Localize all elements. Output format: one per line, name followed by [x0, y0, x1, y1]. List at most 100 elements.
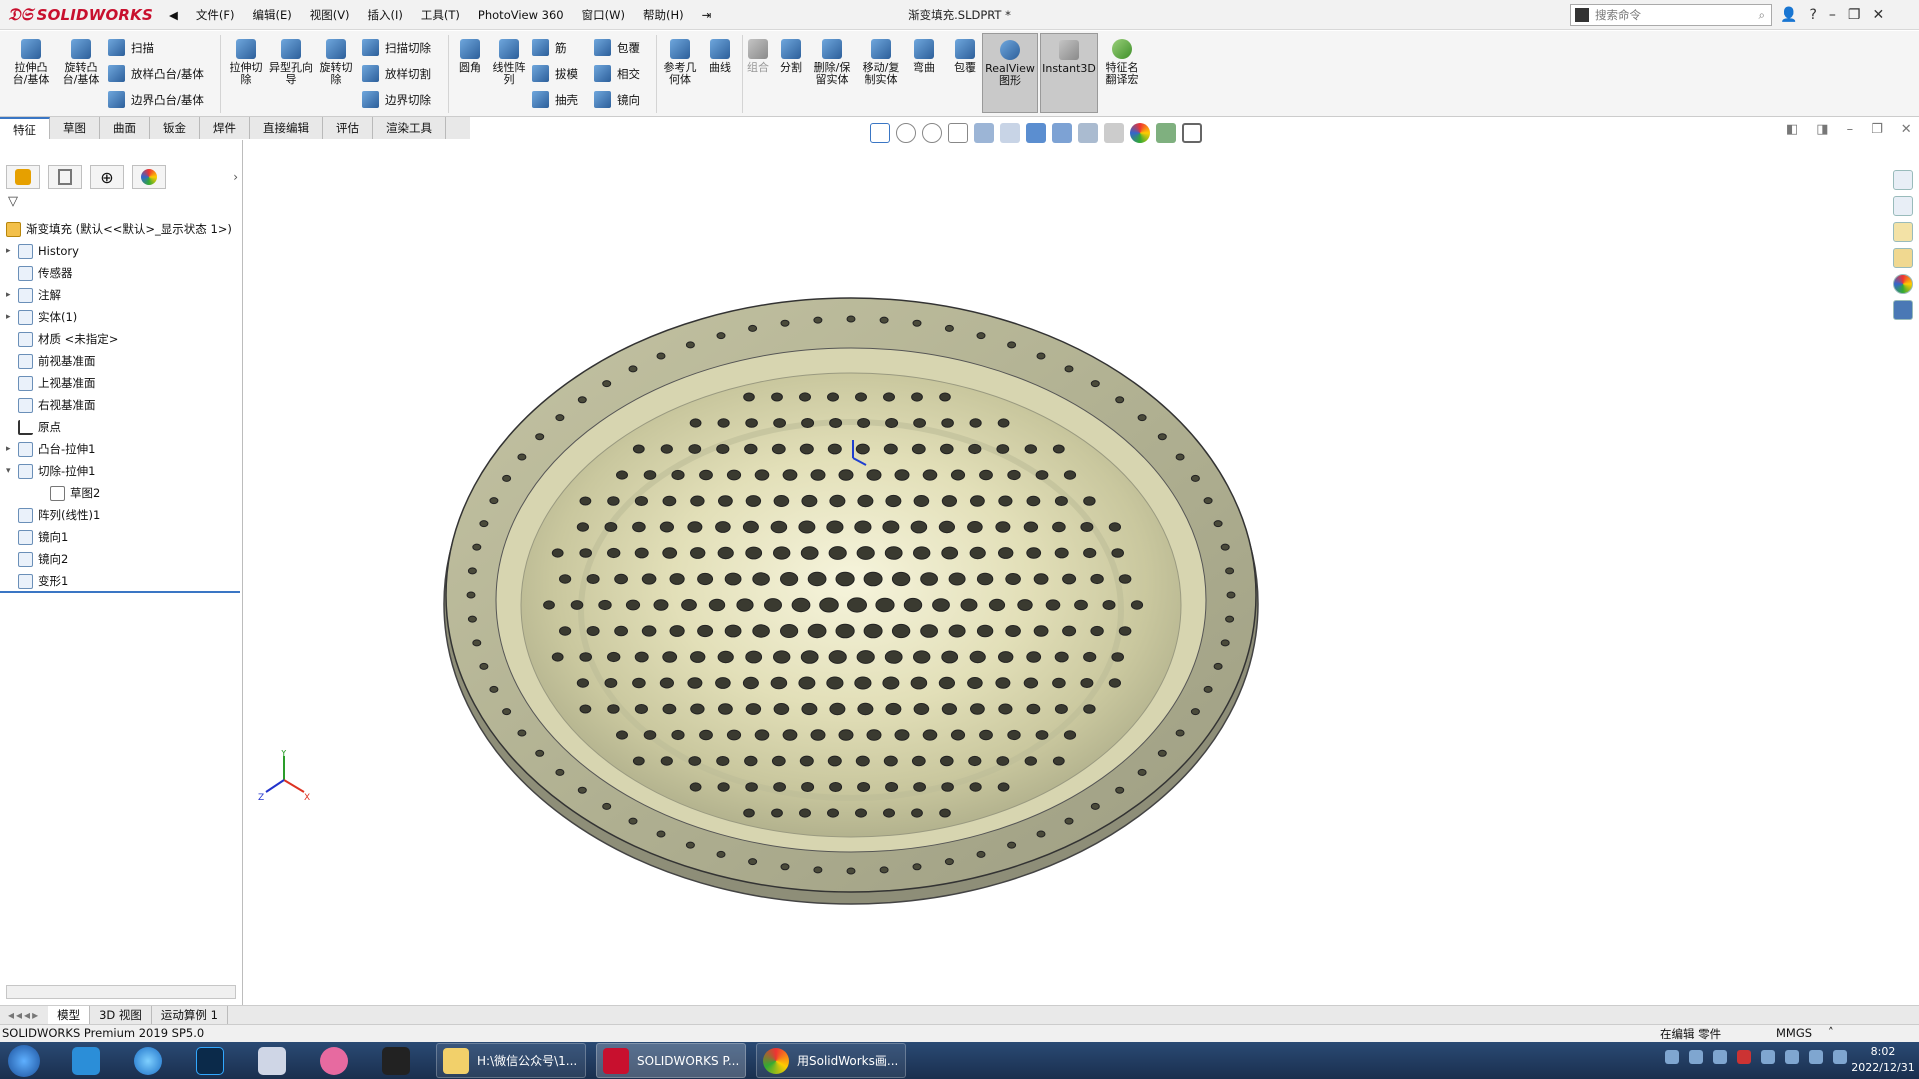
realview-button[interactable]: RealView图形: [982, 33, 1038, 113]
tree-item-origin[interactable]: 原点: [6, 416, 61, 438]
tab-features[interactable]: 特征: [0, 117, 50, 139]
tab-motion-study[interactable]: 运动算例 1: [152, 1005, 228, 1025]
tab-sheet-metal[interactable]: 钣金: [150, 117, 200, 139]
expand-panel-chevron-icon[interactable]: ›: [233, 170, 238, 184]
photoshop-icon[interactable]: [196, 1047, 224, 1075]
extrude-boss-button[interactable]: 拉伸凸台/基体: [8, 39, 54, 86]
extrude-cut-button[interactable]: 拉伸切除: [225, 39, 267, 86]
taskbar-window-chrome[interactable]: 用SolidWorks画...: [756, 1043, 906, 1078]
tree-item-deform1[interactable]: 变形1: [6, 570, 68, 592]
keyboard-icon[interactable]: [1665, 1050, 1679, 1064]
tree-item-linear-pattern1[interactable]: 阵列(线性)1: [6, 504, 100, 526]
tree-root-part[interactable]: 渐变填充 (默认<<默认>_显示状态 1>): [6, 218, 232, 240]
rib-button[interactable]: 筋: [532, 39, 567, 56]
restore-icon[interactable]: ❐: [1848, 7, 1861, 23]
taskbar-clock[interactable]: 8:02 2022/12/31: [1850, 1044, 1916, 1076]
tab-render-tools[interactable]: 渲染工具: [373, 117, 446, 139]
view-orientation-icon[interactable]: [870, 123, 890, 143]
expand-arrow-icon[interactable]: ▸: [6, 246, 18, 256]
tab-weldments[interactable]: 焊件: [200, 117, 250, 139]
menu-photoview[interactable]: PhotoView 360: [469, 0, 573, 30]
minimize-icon[interactable]: –: [1829, 7, 1836, 23]
collapse-arrow-icon[interactable]: ▾: [6, 466, 18, 476]
reference-geometry-button[interactable]: 参考几何体: [660, 39, 700, 86]
baidu-netdisk-icon[interactable]: [72, 1047, 100, 1075]
network-icon[interactable]: [1761, 1050, 1775, 1064]
tree-item-cut-extrude1[interactable]: ▾ 切除-拉伸1: [6, 460, 95, 482]
tab-3d-view[interactable]: 3D 视图: [90, 1005, 152, 1025]
tree-item-material[interactable]: 材质 <未指定>: [6, 328, 118, 350]
menu-insert[interactable]: 插入(I): [359, 0, 412, 30]
appearances-icon[interactable]: [1893, 274, 1913, 294]
help-icon[interactable]: ?: [1809, 7, 1816, 23]
search-commands-input[interactable]: 搜索命令 ⌕: [1570, 4, 1772, 26]
tree-item-annotations[interactable]: ▸ 注解: [6, 284, 61, 306]
edit-appearance-icon[interactable]: [1104, 123, 1124, 143]
property-manager-tab-icon[interactable]: [48, 165, 82, 189]
menu-window[interactable]: 窗口(W): [573, 0, 634, 30]
curves-button[interactable]: 曲线: [703, 39, 737, 74]
taskbar-window-explorer[interactable]: H:\微信公众号\1...: [436, 1043, 586, 1078]
tree-item-history[interactable]: ▸ History: [6, 240, 79, 262]
app-icon[interactable]: [258, 1047, 286, 1075]
revolve-cut-button[interactable]: 旋转切除: [315, 39, 357, 86]
solidworks-resources-icon[interactable]: [1893, 170, 1913, 190]
tab-model[interactable]: 模型: [48, 1005, 91, 1025]
antivirus-icon[interactable]: [1737, 1050, 1751, 1064]
flex-button[interactable]: 弯曲: [908, 39, 940, 74]
shell-button[interactable]: 抽壳: [532, 91, 578, 108]
units-chevron-icon[interactable]: ˄: [1828, 1025, 1834, 1039]
tab-evaluate[interactable]: 评估: [323, 117, 373, 139]
sweep-button[interactable]: 扫描: [108, 39, 154, 56]
draft-button[interactable]: 拔模: [532, 65, 578, 82]
expand-arrow-icon[interactable]: ▸: [6, 444, 18, 454]
linear-pattern-button[interactable]: 线性阵列: [490, 39, 528, 86]
previous-view-icon[interactable]: [948, 123, 968, 143]
tree-item-boss-extrude1[interactable]: ▸ 凸台-拉伸1: [6, 438, 95, 460]
display-pane-icon[interactable]: [1182, 123, 1202, 143]
swept-cut-button[interactable]: 扫描切除: [362, 39, 431, 56]
browser-icon[interactable]: [134, 1047, 162, 1075]
split-right-icon[interactable]: ◨: [1816, 122, 1828, 137]
tree-item-mirror1[interactable]: 镜向1: [6, 526, 68, 548]
bluetooth-icon[interactable]: [1809, 1050, 1823, 1064]
expand-arrow-icon[interactable]: ▸: [6, 290, 18, 300]
viewport-restore-icon[interactable]: ❐: [1871, 122, 1883, 137]
wrap-button[interactable]: 包覆: [594, 39, 640, 56]
move-copy-body-button[interactable]: 移动/复制实体: [858, 39, 904, 86]
feature-translate-macro-button[interactable]: 特征名翻译宏: [1102, 39, 1142, 86]
tab-nav-arrows-icon[interactable]: ◂◂◂▸: [0, 1008, 48, 1022]
boundary-cut-button[interactable]: 边界切除: [362, 91, 431, 108]
pin-menu-icon[interactable]: ⇥: [693, 0, 721, 30]
user-icon[interactable]: 👤: [1780, 7, 1797, 23]
zoom-to-area-icon[interactable]: [922, 123, 942, 143]
viewport-minimize-icon[interactable]: –: [1847, 122, 1854, 137]
rollback-bar[interactable]: [0, 591, 240, 593]
taskbar-window-solidworks[interactable]: SOLIDWORKS P...: [596, 1043, 746, 1078]
unit-system[interactable]: MMGS: [1776, 1026, 1812, 1040]
tab-surfaces[interactable]: 曲面: [100, 117, 150, 139]
tree-item-solid-bodies[interactable]: ▸ 实体(1): [6, 306, 77, 328]
zoom-to-fit-icon[interactable]: [896, 123, 916, 143]
tree-item-front-plane[interactable]: 前视基准面: [6, 350, 96, 372]
paint-icon[interactable]: [320, 1047, 348, 1075]
fillet-button[interactable]: 圆角: [452, 39, 488, 74]
menu-back-arrow-icon[interactable]: ◀: [160, 0, 187, 30]
lofted-cut-button[interactable]: 放样切割: [362, 65, 431, 82]
section-view-icon[interactable]: [974, 123, 994, 143]
view-palette-icon[interactable]: [1893, 248, 1913, 268]
intersect-button[interactable]: 相交: [594, 65, 640, 82]
configuration-manager-tab-icon[interactable]: ⊕: [90, 165, 124, 189]
tree-item-sketch2[interactable]: 草图2: [50, 482, 100, 504]
split-left-icon[interactable]: ◧: [1786, 122, 1798, 137]
menu-view[interactable]: 视图(V): [301, 0, 359, 30]
menu-help[interactable]: 帮助(H): [634, 0, 693, 30]
hide-show-icon[interactable]: [1078, 123, 1098, 143]
start-button-icon[interactable]: [8, 1045, 40, 1077]
apply-scene-icon[interactable]: [1130, 123, 1150, 143]
part-model-view[interactable]: [244, 140, 1919, 1005]
volume-icon[interactable]: [1785, 1050, 1799, 1064]
display-manager-tab-icon[interactable]: [132, 165, 166, 189]
mirror-button[interactable]: 镜向: [594, 91, 640, 108]
flag-icon[interactable]: [1713, 1050, 1727, 1064]
